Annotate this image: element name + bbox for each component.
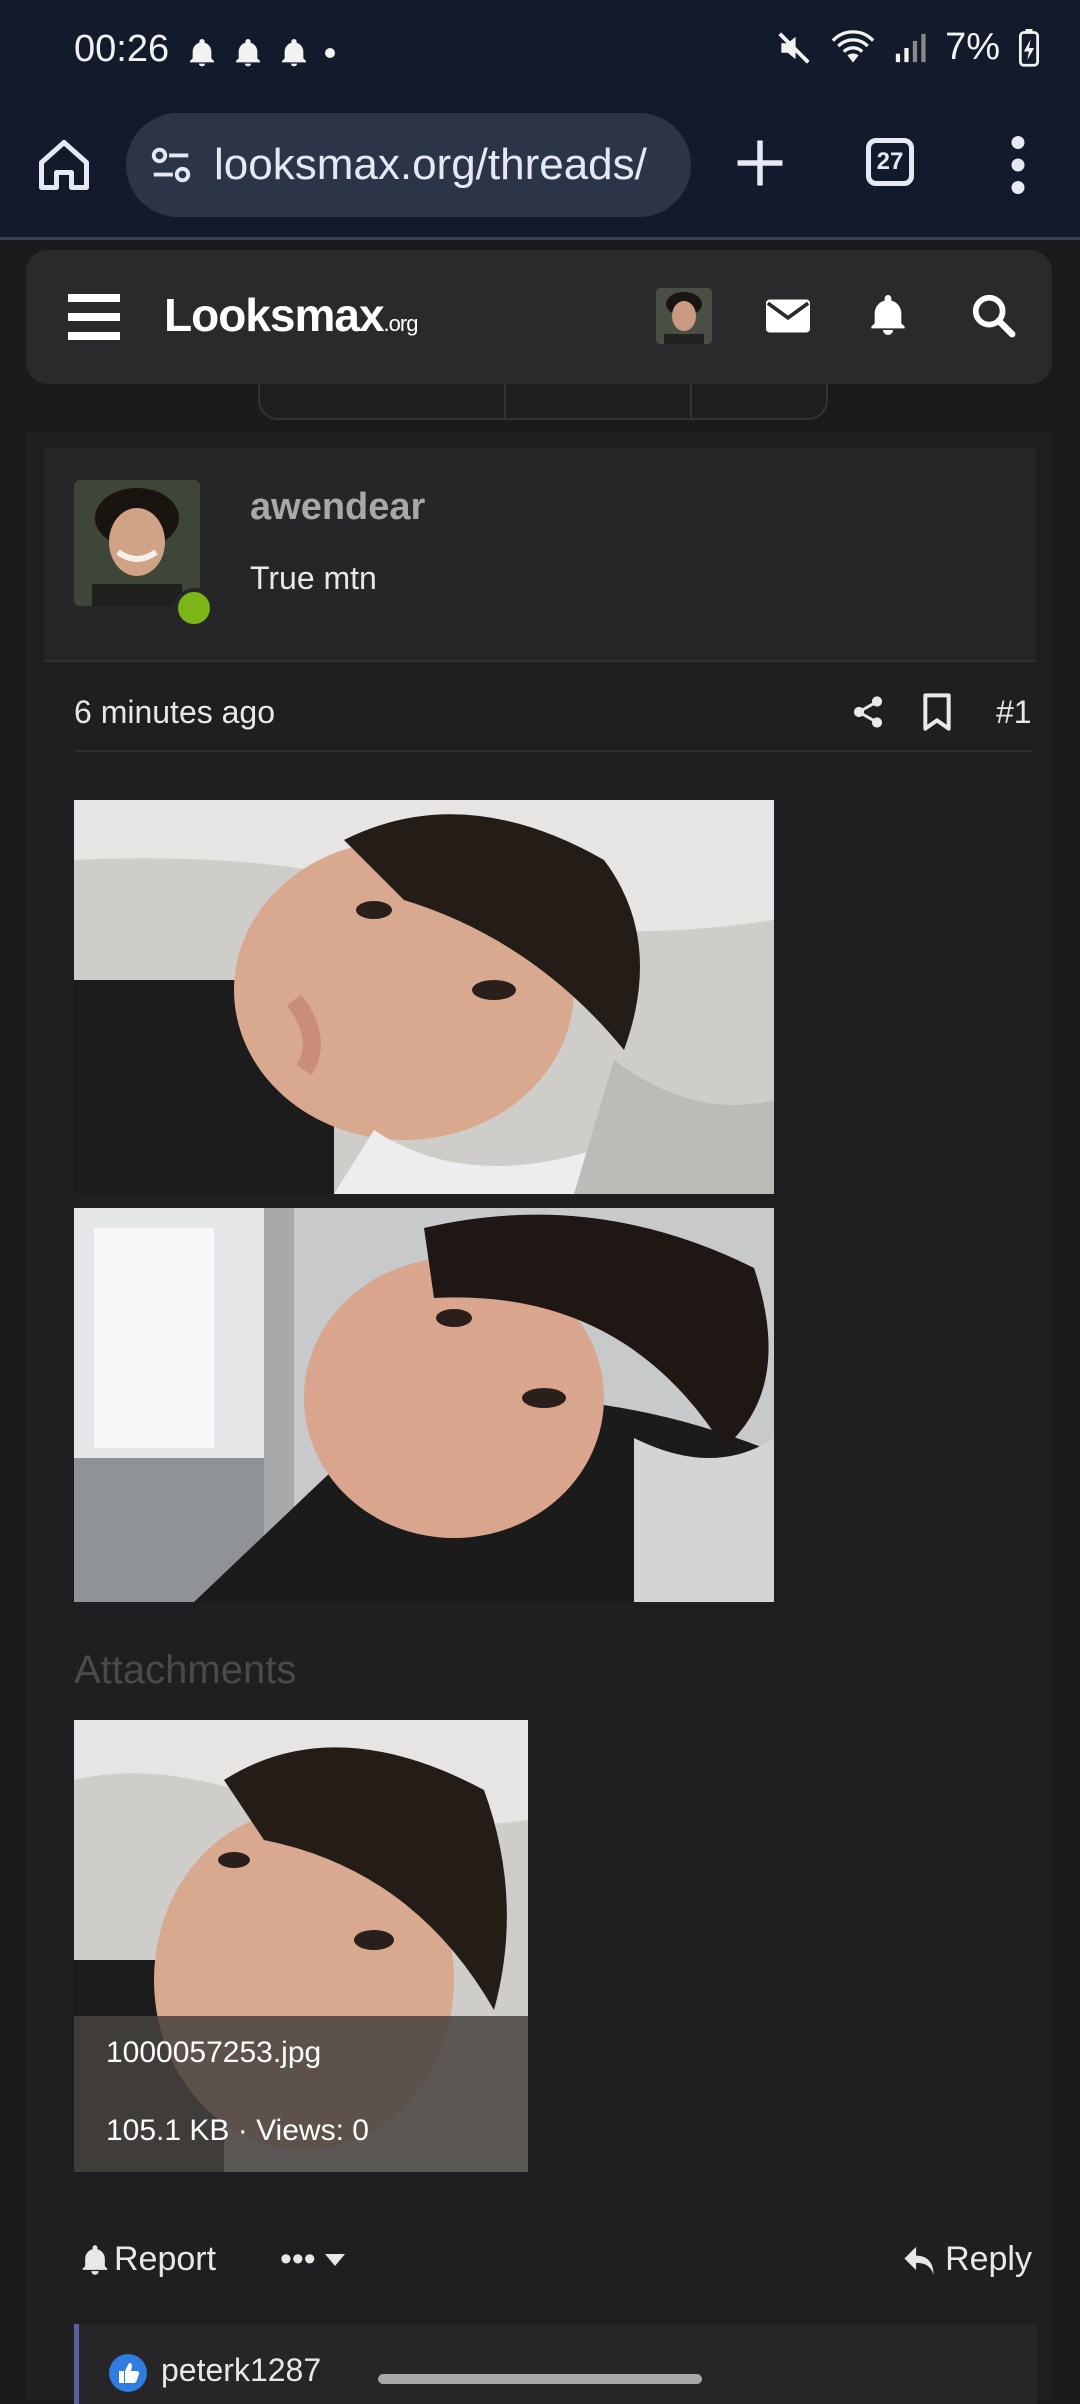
attachment-thumbnail[interactable]: 1000057253.jpg 105.1 KB · Views: 0	[74, 1720, 528, 2172]
attachments-heading: Attachments	[74, 1648, 297, 1692]
logo-suffix: .org	[383, 311, 419, 336]
chevron-down-icon	[324, 2253, 345, 2266]
bell-icon	[190, 39, 214, 67]
attachment-filename: 1000057253.jpg	[106, 2036, 322, 2069]
site-header: Looksmax.org	[26, 250, 1052, 384]
site-settings-icon[interactable]	[148, 142, 194, 188]
status-bar: 00:26 7%	[0, 0, 1080, 105]
attachment-meta: 105.1 KB · Views: 0	[106, 2114, 369, 2147]
more-options-button[interactable]: •••	[280, 2240, 346, 2279]
post-image[interactable]	[74, 1208, 774, 1602]
account-avatar[interactable]	[656, 288, 712, 344]
envelope-icon[interactable]	[766, 296, 810, 336]
reaction-username[interactable]: peterk1287	[161, 2352, 321, 2389]
tab-count: 27	[876, 148, 904, 175]
attachment-info: 1000057253.jpg 105.1 KB · Views: 0	[74, 2016, 528, 2172]
search-icon[interactable]	[970, 292, 1016, 338]
gesture-nav-handle[interactable]	[378, 2374, 702, 2384]
reactions-bar: peterk1287	[74, 2324, 1037, 2404]
user-avatar[interactable]	[74, 480, 200, 606]
post-username[interactable]: awendear	[250, 486, 425, 529]
logo-main: Looksmax	[164, 289, 385, 341]
bell-icon	[236, 39, 260, 67]
report-button[interactable]: Report	[80, 2240, 216, 2279]
more-vert-icon[interactable]	[1006, 135, 1030, 195]
post-timestamp[interactable]: 6 minutes ago	[74, 694, 275, 731]
battery-charging-icon	[1018, 28, 1040, 67]
more-label: •••	[280, 2240, 316, 2278]
online-indicator	[174, 588, 214, 628]
signal-icon	[895, 33, 926, 62]
mute-icon	[778, 31, 810, 64]
post-user-bar: awendear True mtn	[44, 448, 1036, 662]
reply-label: Reply	[945, 2240, 1032, 2278]
battery-percent: 7%	[945, 26, 1000, 68]
report-label: Report	[114, 2240, 217, 2278]
hamburger-menu-icon[interactable]	[68, 294, 120, 340]
post-number[interactable]: #1	[996, 694, 1032, 731]
post-meta-row: 6 minutes ago #1	[74, 686, 1032, 752]
bell-icon	[82, 2244, 108, 2275]
user-title: True mtn	[250, 560, 377, 596]
status-time: 00:26	[74, 28, 170, 70]
tab-switcher-button[interactable]: 27	[866, 138, 914, 186]
wifi-icon	[831, 29, 875, 63]
post-card: awendear True mtn 6 minutes ago #1 Attac…	[26, 432, 1052, 2404]
system-icons: 7%	[775, 26, 1040, 69]
site-logo[interactable]: Looksmax.org	[164, 288, 419, 342]
like-icon	[109, 2354, 147, 2392]
dot-icon	[325, 48, 335, 58]
bell-icon[interactable]	[868, 292, 908, 338]
browser-toolbar: looksmax.org/threads/ 27	[0, 105, 1080, 240]
post-actions: Report ••• Reply	[74, 2234, 1032, 2294]
share-icon[interactable]	[850, 694, 886, 730]
address-bar[interactable]: looksmax.org/threads/	[126, 113, 691, 217]
url-text: looksmax.org/threads/	[214, 140, 647, 189]
notification-icons	[186, 36, 336, 70]
reply-button[interactable]: Reply	[901, 2240, 1032, 2279]
bell-icon	[282, 39, 306, 67]
home-icon[interactable]	[34, 135, 94, 195]
post-image[interactable]	[74, 800, 774, 1194]
reply-icon	[904, 2246, 934, 2275]
bookmark-icon[interactable]	[922, 692, 952, 732]
new-tab-icon[interactable]	[730, 133, 790, 193]
